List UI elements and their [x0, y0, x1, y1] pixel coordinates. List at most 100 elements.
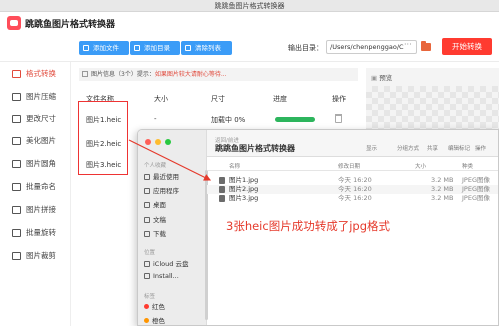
finder-file-row[interactable]: 图片2.jpg 今天 16:20 3.2 MB JPEG图像 — [207, 185, 498, 194]
column-header-size: 大小 — [154, 95, 168, 103]
apps-icon — [144, 188, 150, 194]
finder-item-desktop[interactable]: 桌面 — [144, 199, 166, 209]
round-corner-icon — [12, 160, 21, 168]
finder-item-recents[interactable]: 最近使用 — [144, 171, 179, 181]
file-size-1: - — [154, 115, 157, 123]
clear-icon — [185, 45, 191, 51]
file-date: 今天 16:20 — [338, 185, 372, 193]
finder-item-applications[interactable]: 应用程序 — [144, 185, 179, 195]
column-header-progress: 进度 — [273, 95, 287, 103]
orange-tag-icon — [144, 318, 149, 323]
clear-list-button[interactable]: 清除列表 — [181, 41, 232, 55]
zoom-button[interactable] — [165, 139, 171, 145]
info-warning: 如果图片较大请耐心等待... — [154, 71, 227, 78]
file-size: 3.2 MB — [431, 176, 454, 184]
file-name: 图片3.jpg — [229, 194, 259, 202]
start-convert-button[interactable]: 开始转换 — [442, 38, 492, 55]
sidebar-item-beautify[interactable]: 美化图片 — [0, 134, 71, 148]
file-dims-1: 加载中 0% — [211, 116, 246, 124]
format-convert-icon — [12, 70, 21, 78]
info-icon — [82, 71, 88, 77]
finder-item-label: 桌面 — [153, 201, 166, 209]
finder-item-label: 应用程序 — [153, 187, 179, 195]
finder-tag-label: 橙色 — [152, 317, 165, 325]
group-button[interactable]: 分组方式 — [397, 144, 419, 152]
sidebar-item-crop[interactable]: 图片裁剪 — [0, 249, 71, 263]
finder-file-row[interactable]: 图片1.jpg 今天 16:20 3.2 MB JPEG图像 — [207, 176, 498, 185]
more-icon[interactable]: ··· — [404, 40, 412, 49]
file-name: 图片1.jpg — [229, 176, 259, 184]
add-directory-button[interactable]: 添加目录 — [130, 41, 180, 55]
column-kind[interactable]: 种类 — [462, 162, 473, 170]
image-thumbnail-icon — [219, 186, 225, 193]
minimize-button[interactable] — [155, 139, 161, 145]
sidebar-item-round-corner[interactable]: 图片圆角 — [0, 157, 71, 171]
finder-item-documents[interactable]: 文稿 — [144, 214, 166, 224]
sidebar-item-label: 图片压缩 — [26, 92, 56, 101]
sidebar-item-format-convert[interactable]: 格式转换 — [0, 67, 71, 81]
finder-item-downloads[interactable]: 下载 — [144, 228, 166, 238]
sidebar: 格式转换 图片压缩 更改尺寸 美化图片 图片圆角 批量命名 图片拼接 批量旋转 … — [0, 62, 71, 326]
crop-icon — [12, 252, 21, 260]
finder-tag-red[interactable]: 红色 — [144, 301, 165, 311]
finder-file-row[interactable]: 图片3.jpg 今天 16:20 3.2 MB JPEG图像 — [207, 194, 498, 203]
share-button[interactable]: 共享 — [427, 144, 438, 152]
column-header-actions: 操作 — [332, 95, 346, 103]
finder-item-label: iCloud 云盘 — [153, 260, 189, 268]
compress-icon — [12, 93, 21, 101]
add-file-label: 添加文件 — [93, 44, 119, 52]
file-name: 图片2.jpg — [229, 185, 259, 193]
sidebar-item-rename[interactable]: 批量命名 — [0, 180, 71, 194]
sidebar-item-compress[interactable]: 图片压缩 — [0, 90, 71, 104]
app-name: 跳跳鱼图片格式转换器 — [25, 20, 116, 30]
finder-item-label: 文稿 — [153, 216, 166, 224]
finder-item-label: 最近使用 — [153, 173, 179, 181]
finder-item-install[interactable]: Install... — [144, 272, 179, 280]
clock-icon — [144, 174, 150, 180]
clear-list-label: 清除列表 — [195, 44, 221, 52]
finder-title: 跳跳鱼图片格式转换器 — [215, 144, 295, 153]
file-date: 今天 16:20 — [338, 176, 372, 184]
progress-bar — [275, 117, 315, 122]
delete-icon[interactable] — [335, 114, 342, 123]
file-size: 3.2 MB — [431, 194, 454, 202]
column-date[interactable]: 修改日期 — [338, 162, 360, 170]
tag-button[interactable]: 编辑标记 — [448, 144, 470, 152]
sidebar-item-label: 图片拼接 — [26, 205, 56, 214]
action-button[interactable]: 操作 — [475, 144, 486, 152]
sidebar-item-label: 批量命名 — [26, 182, 56, 191]
highlight-box — [78, 101, 128, 175]
sidebar-item-label: 图片裁剪 — [26, 251, 56, 260]
image-thumbnail-icon — [219, 195, 225, 202]
file-date: 今天 16:20 — [338, 194, 372, 202]
stitch-icon — [12, 206, 21, 214]
favorites-label: 个人收藏 — [144, 163, 167, 169]
sidebar-item-stitch[interactable]: 图片拼接 — [0, 203, 71, 217]
column-size[interactable]: 大小 — [415, 162, 426, 170]
app-logo — [7, 16, 21, 30]
close-button[interactable] — [145, 139, 151, 145]
sidebar-item-label: 格式转换 — [26, 69, 56, 78]
file-size: 3.2 MB — [431, 185, 454, 193]
folder-icon[interactable] — [421, 41, 431, 51]
image-thumbnail-icon — [219, 177, 225, 184]
finder-tag-label: 红色 — [152, 303, 165, 311]
finder-tag-orange[interactable]: 橙色 — [144, 315, 165, 325]
add-file-button[interactable]: 添加文件 — [79, 41, 129, 55]
file-kind: JPEG图像 — [462, 194, 490, 202]
rename-icon — [12, 183, 21, 191]
sidebar-item-label: 更改尺寸 — [26, 114, 56, 123]
tags-label: 标签 — [144, 294, 156, 300]
sidebar-item-resize[interactable]: 更改尺寸 — [0, 112, 71, 126]
add-file-icon — [83, 45, 89, 51]
finder-item-icloud[interactable]: iCloud 云盘 — [144, 258, 188, 268]
beautify-icon — [12, 137, 21, 145]
sidebar-item-rotate[interactable]: 批量旋转 — [0, 226, 71, 240]
column-name[interactable]: 名称 — [229, 162, 240, 170]
resize-icon — [12, 115, 21, 123]
sidebar-item-label: 图片圆角 — [26, 159, 56, 168]
file-kind: JPEG图像 — [462, 176, 490, 184]
output-dir-label: 输出目录： — [288, 44, 323, 52]
view-button[interactable]: 显示 — [366, 144, 377, 152]
desktop-icon — [144, 202, 150, 208]
